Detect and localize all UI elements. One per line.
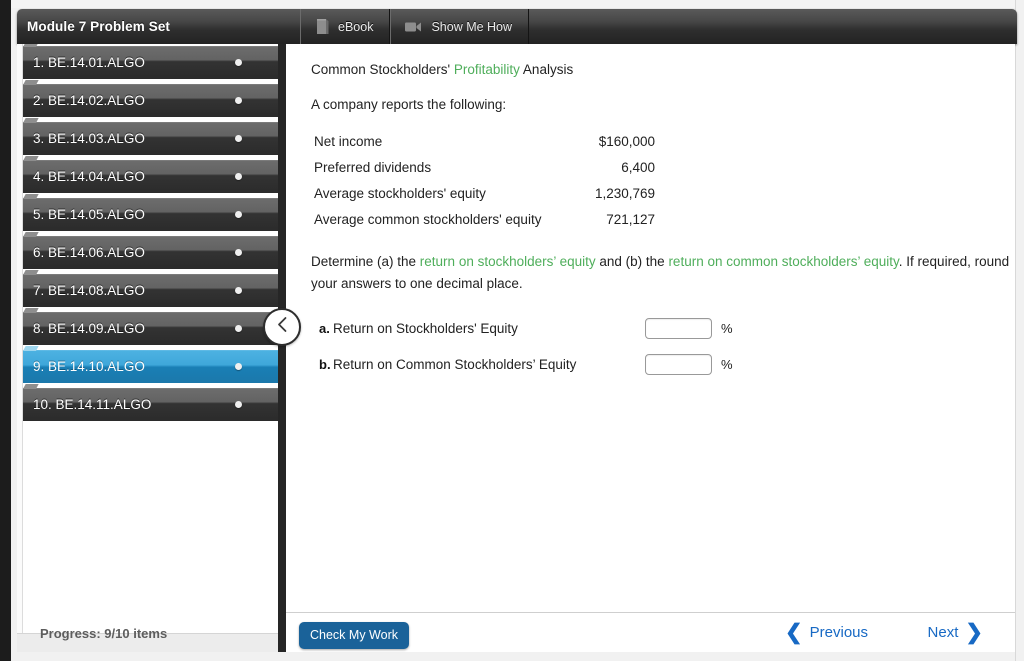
next-label: Next	[928, 624, 959, 641]
chevron-right-icon: ❯	[965, 622, 983, 643]
question-item-2[interactable]: 2. BE.14.02.ALGO	[23, 84, 285, 117]
question-item-7[interactable]: 7. BE.14.08.ALGO	[23, 274, 285, 307]
problem-intro: A company reports the following:	[311, 97, 1001, 112]
next-button[interactable]: Next ❯	[928, 622, 983, 643]
check-my-work-button[interactable]: Check My Work	[299, 622, 409, 649]
fact-value: 721,127	[584, 207, 655, 233]
percent-symbol: %	[721, 321, 733, 336]
question-item-label: 1. BE.14.01.ALGO	[33, 55, 145, 70]
instructions-part2: and (b) the	[596, 254, 669, 269]
sidebar-divider	[278, 44, 286, 652]
question-sidebar: 1. BE.14.01.ALGO 2. BE.14.02.ALGO 3. BE.14…	[17, 44, 285, 652]
instructions-text: Determine (a) the return on stockholders…	[311, 251, 1011, 296]
question-status-dot	[235, 211, 242, 218]
sidebar-footer: Progress: 9/10 items	[17, 633, 285, 652]
progress-label: Progress: 9/10 items	[40, 626, 167, 641]
question-item-3[interactable]: 3. BE.14.03.ALGO	[23, 122, 285, 155]
answer-row-a: a.Return on Stockholders' Equity%	[311, 314, 1001, 344]
fact-row: Preferred dividends6,400	[311, 155, 655, 181]
question-item-label: 2. BE.14.02.ALGO	[33, 93, 145, 108]
page-root: Module 7 Problem Set eBook	[0, 0, 1024, 661]
window-left-edge	[0, 0, 11, 661]
fact-row: Average common stockholders' equity721,1…	[311, 207, 655, 233]
question-status-dot	[235, 401, 242, 408]
fact-row: Net income$160,000	[311, 129, 655, 155]
answer-list: a.Return on Stockholders' Equity%b.Retur…	[311, 314, 1001, 380]
fact-label: Average common stockholders' equity	[311, 207, 584, 233]
answer-input-a[interactable]	[645, 318, 712, 339]
question-item-5[interactable]: 5. BE.14.05.ALGO	[23, 198, 285, 231]
problem-heading-post: Analysis	[520, 62, 573, 77]
previous-button[interactable]: ❮ Previous	[785, 622, 868, 643]
answer-label: Return on Stockholders' Equity	[333, 321, 645, 336]
question-item-6[interactable]: 6. BE.14.06.ALGO	[23, 236, 285, 269]
answer-label: Return on Common Stockholders’ Equity	[333, 357, 645, 372]
question-status-dot	[235, 325, 242, 332]
book-icon	[315, 19, 329, 34]
return-on-common-stockholders-equity-link[interactable]: return on common stockholders’ equity	[668, 254, 898, 269]
page-title: Module 7 Problem Set	[27, 9, 289, 44]
percent-symbol: %	[721, 357, 733, 372]
question-status-dot	[235, 363, 242, 370]
question-status-dot	[235, 173, 242, 180]
question-item-label: 8. BE.14.09.ALGO	[33, 321, 145, 336]
problem-body: Common Stockholders' Profitability Analy…	[286, 44, 1015, 612]
fact-row: Average stockholders' equity1,230,769	[311, 181, 655, 207]
action-bar: Check My Work ❮ Previous Next ❯	[286, 612, 1015, 652]
question-item-label: 10. BE.14.11.ALGO	[33, 397, 151, 412]
question-status-dot	[235, 287, 242, 294]
answer-letter: b.	[311, 357, 333, 372]
answer-row-b: b.Return on Common Stockholders’ Equity%	[311, 350, 1001, 380]
chevron-left-icon	[276, 316, 289, 338]
profitability-link[interactable]: Profitability	[454, 62, 520, 77]
tab-show-me-how-label: Show Me How	[431, 20, 512, 34]
instructions-part1: Determine (a) the	[311, 254, 420, 269]
fact-value: $160,000	[584, 129, 655, 155]
question-status-dot	[235, 97, 242, 104]
fact-value: 6,400	[584, 155, 655, 181]
window-top-edge	[11, 0, 1024, 8]
question-item-8[interactable]: 8. BE.14.09.ALGO	[23, 312, 285, 345]
question-item-label: 4. BE.14.04.ALGO	[33, 169, 145, 184]
chevron-left-icon: ❮	[785, 622, 803, 643]
question-item-label: 7. BE.14.08.ALGO	[33, 283, 145, 298]
fact-label: Net income	[311, 129, 584, 155]
previous-label: Previous	[810, 624, 868, 641]
fact-label: Preferred dividends	[311, 155, 584, 181]
question-list[interactable]: 1. BE.14.01.ALGO 2. BE.14.02.ALGO 3. BE.14…	[22, 44, 285, 633]
window-right-edge	[1015, 0, 1024, 661]
tab-show-me-how[interactable]: Show Me How	[390, 9, 529, 44]
answer-letter: a.	[311, 321, 333, 336]
facts-table: Net income$160,000Preferred dividends6,4…	[311, 129, 655, 233]
question-status-dot	[235, 249, 242, 256]
question-item-9[interactable]: 9. BE.14.10.ALGO	[23, 350, 285, 383]
fact-label: Average stockholders' equity	[311, 181, 584, 207]
question-item-label: 9. BE.14.10.ALGO	[33, 359, 145, 374]
top-header-bar: Module 7 Problem Set eBook	[17, 9, 1017, 44]
tab-ebook-label: eBook	[338, 20, 373, 34]
collapse-sidebar-button[interactable]	[263, 308, 301, 346]
tab-ebook[interactable]: eBook	[300, 9, 390, 44]
question-status-dot	[235, 135, 242, 142]
answer-input-b[interactable]	[645, 354, 712, 375]
main-content: Common Stockholders' Profitability Analy…	[286, 44, 1015, 652]
question-item-label: 5. BE.14.05.ALGO	[33, 207, 145, 222]
video-camera-icon	[405, 21, 422, 33]
problem-heading-pre: Common Stockholders'	[311, 62, 454, 77]
question-item-1[interactable]: 1. BE.14.01.ALGO	[23, 46, 285, 79]
return-on-stockholders-equity-link[interactable]: return on stockholders’ equity	[420, 254, 596, 269]
question-item-label: 3. BE.14.03.ALGO	[33, 131, 145, 146]
question-status-dot	[235, 59, 242, 66]
question-item-4[interactable]: 4. BE.14.04.ALGO	[23, 160, 285, 193]
question-item-label: 6. BE.14.06.ALGO	[33, 245, 145, 260]
fact-value: 1,230,769	[584, 181, 655, 207]
tab-bar: eBook Show Me How	[300, 9, 529, 44]
question-item-10[interactable]: 10. BE.14.11.ALGO	[23, 388, 285, 421]
problem-heading: Common Stockholders' Profitability Analy…	[311, 62, 1001, 77]
